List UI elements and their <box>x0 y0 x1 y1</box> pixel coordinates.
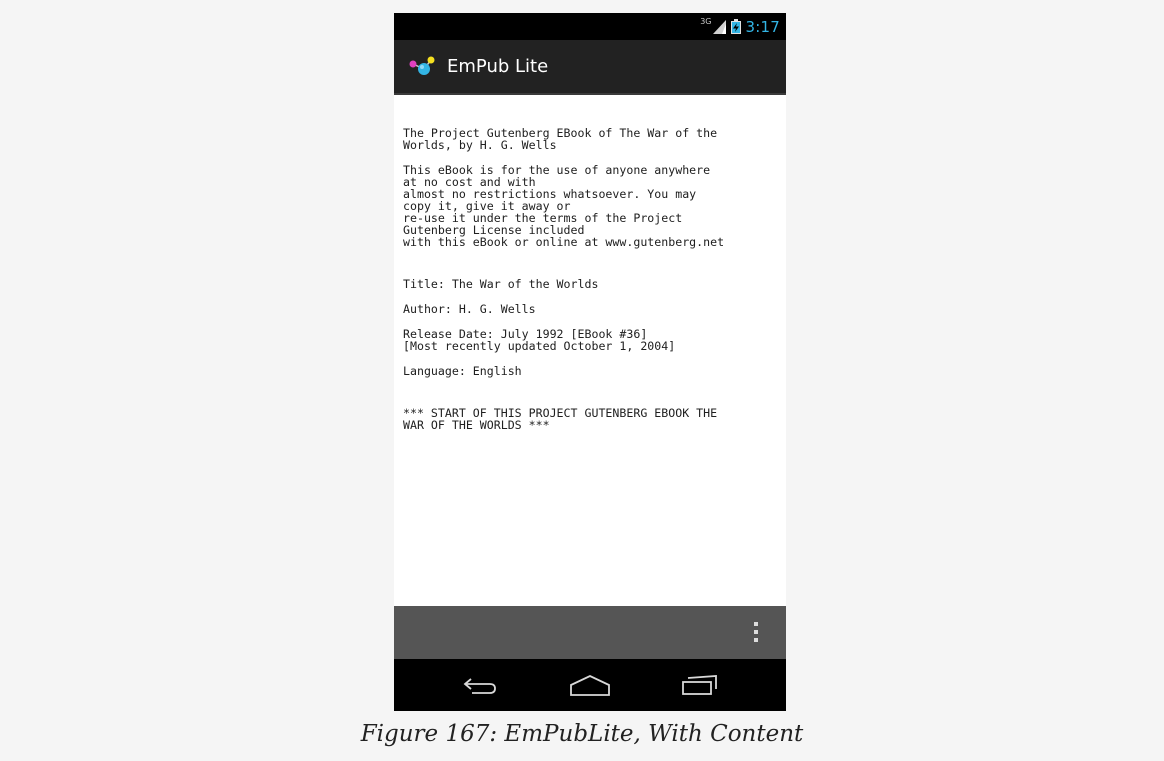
paragraph-release-date: Release Date: July 1992 [EBook #36] [Mos… <box>403 327 676 353</box>
status-icons: 3G 3:17 <box>700 13 780 40</box>
action-bar: EmPub Lite <box>394 40 786 95</box>
figure-caption: Figure 167: EmPubLite, With Content <box>360 721 804 747</box>
paragraph-language: Language: English <box>403 364 522 378</box>
paragraph-header: The Project Gutenberg EBook of The War o… <box>403 126 718 152</box>
book-text: The Project Gutenberg EBook of The War o… <box>403 127 779 444</box>
empub-app-icon[interactable] <box>409 54 435 80</box>
bottom-action-bar <box>394 606 786 659</box>
network-type-label: 3G <box>700 17 712 26</box>
app-title: EmPub Lite <box>447 56 549 77</box>
back-icon <box>463 678 496 694</box>
book-content: The Project Gutenberg EBook of The War o… <box>394 95 786 606</box>
paragraph-license: This eBook is for the use of anyone anyw… <box>403 163 725 249</box>
battery-charging-icon <box>730 19 741 34</box>
device-screen: 3G 3:17 EmPub Lite The Project Gutenberg… <box>394 13 786 711</box>
status-bar: 3G 3:17 <box>394 13 786 40</box>
navigation-bar <box>394 659 786 711</box>
recent-apps-icon <box>682 675 717 695</box>
recent-apps-button[interactable] <box>670 667 730 703</box>
home-icon <box>570 675 610 696</box>
home-button[interactable] <box>560 667 620 703</box>
status-time: 3:17 <box>745 17 780 36</box>
paragraph-start-marker: *** START OF THIS PROJECT GUTENBERG EBOO… <box>403 406 718 432</box>
back-button[interactable] <box>450 667 510 703</box>
paragraph-title: Title: The War of the Worlds <box>403 277 599 291</box>
signal-icon <box>712 19 726 34</box>
overflow-menu-icon[interactable] <box>748 619 764 645</box>
paragraph-author: Author: H. G. Wells <box>403 302 536 316</box>
